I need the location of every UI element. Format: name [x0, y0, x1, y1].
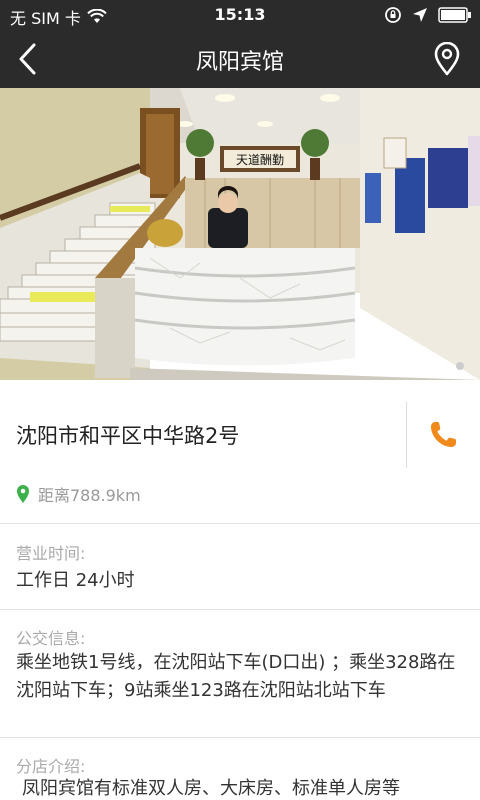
status-right: [384, 6, 472, 24]
divider: [0, 523, 480, 524]
distance-row: 距离788.9km: [16, 482, 141, 506]
phone-icon[interactable]: [426, 418, 460, 452]
lobby-illustration: 天道酬勤: [0, 88, 480, 380]
hotel-photo: 天道酬勤: [0, 88, 480, 380]
hotel-address: 沈阳市和平区中华路2号: [16, 424, 240, 448]
location-arrow-icon: [413, 8, 427, 22]
map-pin-icon[interactable]: [434, 42, 460, 76]
divider: [0, 609, 480, 610]
nav-bar: 凤阳宾馆: [0, 30, 480, 88]
branch-value: 凤阳宾馆有标准双人房、大床房、标准单人房等: [22, 778, 400, 799]
rotation-lock-icon: [385, 7, 401, 23]
hours-value: 工作日 24小时: [16, 570, 135, 591]
status-bar: 无 SIM 卡 15:13: [0, 0, 480, 30]
carousel-dot-1[interactable]: [440, 362, 448, 370]
sign-text: 天道酬勤: [236, 153, 284, 167]
hours-label: 营业时间:: [16, 544, 86, 563]
map-pin-icon: [17, 485, 29, 503]
carousel-dot-2[interactable]: [456, 362, 464, 370]
transit-value: 乘坐地铁1号线，在沈阳站下车(D口出) ；乘坐328路在沈阳站下车；9站乘坐12…: [16, 652, 456, 701]
transit-label: 公交信息:: [16, 629, 86, 648]
branch-label: 分店介绍:: [16, 757, 86, 776]
battery-icon: [438, 7, 471, 23]
divider: [0, 737, 480, 738]
distance-text: 距离788.9km: [38, 486, 141, 505]
page-title: 凤阳宾馆: [195, 50, 284, 75]
address-divider: [406, 402, 407, 468]
address-row: 沈阳市和平区中华路2号: [0, 380, 480, 468]
